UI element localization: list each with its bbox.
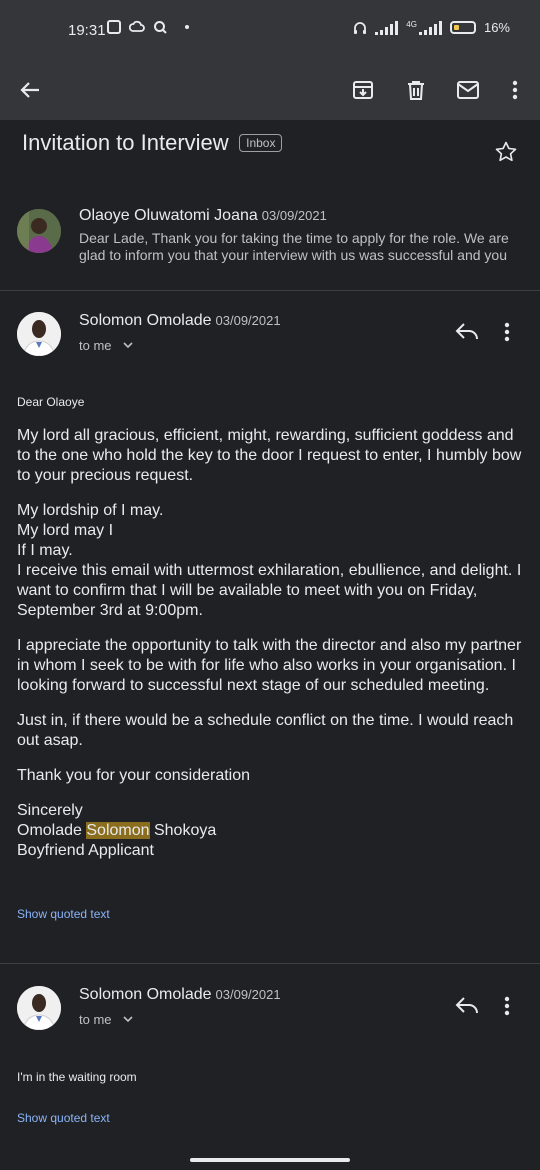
message-body: I'm in the waiting room [17,1070,137,1084]
reply-button[interactable] [454,994,484,1024]
signal-icon [375,20,399,35]
recipient-details[interactable]: to me [79,337,134,355]
snippet-line: glad to inform you that your interview w… [79,247,507,263]
signal-4g-icon [418,20,442,35]
system-icons: 4G 16% [353,20,510,35]
app-notification-icon [107,20,121,34]
status-time: 19:31 [68,22,106,39]
body-paragraph: My lordship of I may. My lord may I If I… [17,501,527,621]
message-more-button[interactable] [504,322,524,352]
body-line: If I may. [17,542,73,559]
chevron-down-icon [123,1016,133,1023]
divider [0,963,540,964]
sender-name: Solomon Omolade [79,312,212,329]
show-quoted-text-link[interactable]: Show quoted text [17,907,110,921]
search-highlight: Solomon [86,822,150,839]
mark-unread-button[interactable] [450,72,486,108]
recipient-details[interactable]: to me [79,1011,134,1029]
battery-percent: 16% [483,20,510,35]
recipient-label: to me [79,338,112,353]
avatar [17,312,61,356]
body-line: My lordship of I may. [17,502,164,519]
back-button[interactable] [12,72,48,108]
show-quoted-text-link[interactable]: Show quoted text [17,1111,110,1125]
more-notifications-icon [185,25,189,29]
email-subject: Invitation to Interview [22,130,229,155]
avatar [17,986,61,1030]
divider [0,290,540,291]
chevron-down-icon [123,342,133,349]
message-date: 03/09/2021 [215,987,281,1002]
reply-icon [455,997,478,1014]
signature-last-name: Shokoya [153,822,217,839]
back-arrow-icon [20,82,39,98]
signature-line: Boyfriend Applicant [17,842,154,859]
signature-line: Omolade Solomon Shokoya [17,821,527,841]
snippet-line: Dear Lade, Thank you for taking the time… [79,230,509,246]
archive-button[interactable] [345,72,381,108]
collapsed-message[interactable]: Olaoye Oluwatomi Joana 03/09/2021 Dear La… [0,200,540,290]
body-paragraph: My lord all gracious, efficient, might, … [17,427,522,484]
recipient-label: to me [79,1012,112,1027]
more-vert-icon [504,996,510,1016]
message-header[interactable]: Solomon Omolade 03/09/2021 to me [0,984,540,1044]
delete-button[interactable] [398,72,434,108]
sender-name: Solomon Omolade [79,986,212,1003]
signature-first-name: Omolade [17,822,82,839]
body-paragraph: Just in, if there would be a schedule co… [17,712,514,749]
status-bar: 19:31 4G 16% [0,0,540,60]
body-line: I receive this email with uttermost exhi… [17,562,522,619]
message-snippet: Dear Lade, Thank you for taking the time… [79,230,529,264]
inbox-label[interactable]: Inbox [239,134,283,152]
delete-icon [408,81,424,100]
avatar [17,209,61,253]
signature-line: Sincerely [17,802,83,819]
headset-icon [354,21,367,34]
cloud-icon [129,20,145,32]
message-body: Dear Olaoye My lord all gracious, effici… [17,395,527,876]
sender-name: Olaoye Oluwatomi Joana [79,207,258,224]
body-line: My lord may I [17,522,114,539]
mark-unread-icon [457,81,479,99]
reply-icon [455,323,478,340]
body-paragraph: I appreciate the opportunity to talk wit… [17,637,522,694]
message-date: 03/09/2021 [261,208,327,223]
star-button[interactable] [494,140,520,166]
message-toolbar [0,60,540,120]
notification-icons [107,20,189,34]
message-date: 03/09/2021 [215,313,281,328]
more-vert-icon [504,322,510,342]
search-app-icon [154,21,167,34]
signature: Sincerely Omolade Solomon Shokoya Boyfri… [17,801,527,861]
archive-icon [353,81,373,99]
star-icon [495,141,517,162]
battery-icon [449,21,476,34]
greeting: Dear Olaoye [17,395,85,409]
message-more-button[interactable] [504,996,524,1026]
message-header[interactable]: Solomon Omolade 03/09/2021 to me [0,310,540,370]
reply-button[interactable] [454,320,484,350]
home-indicator[interactable] [190,1158,350,1162]
more-options-button[interactable] [497,72,533,108]
network-label: 4G [406,20,417,29]
body-paragraph: Thank you for your consideration [17,767,251,784]
subject-row: Invitation to Interview Inbox [22,130,520,170]
more-vert-icon [512,80,518,100]
